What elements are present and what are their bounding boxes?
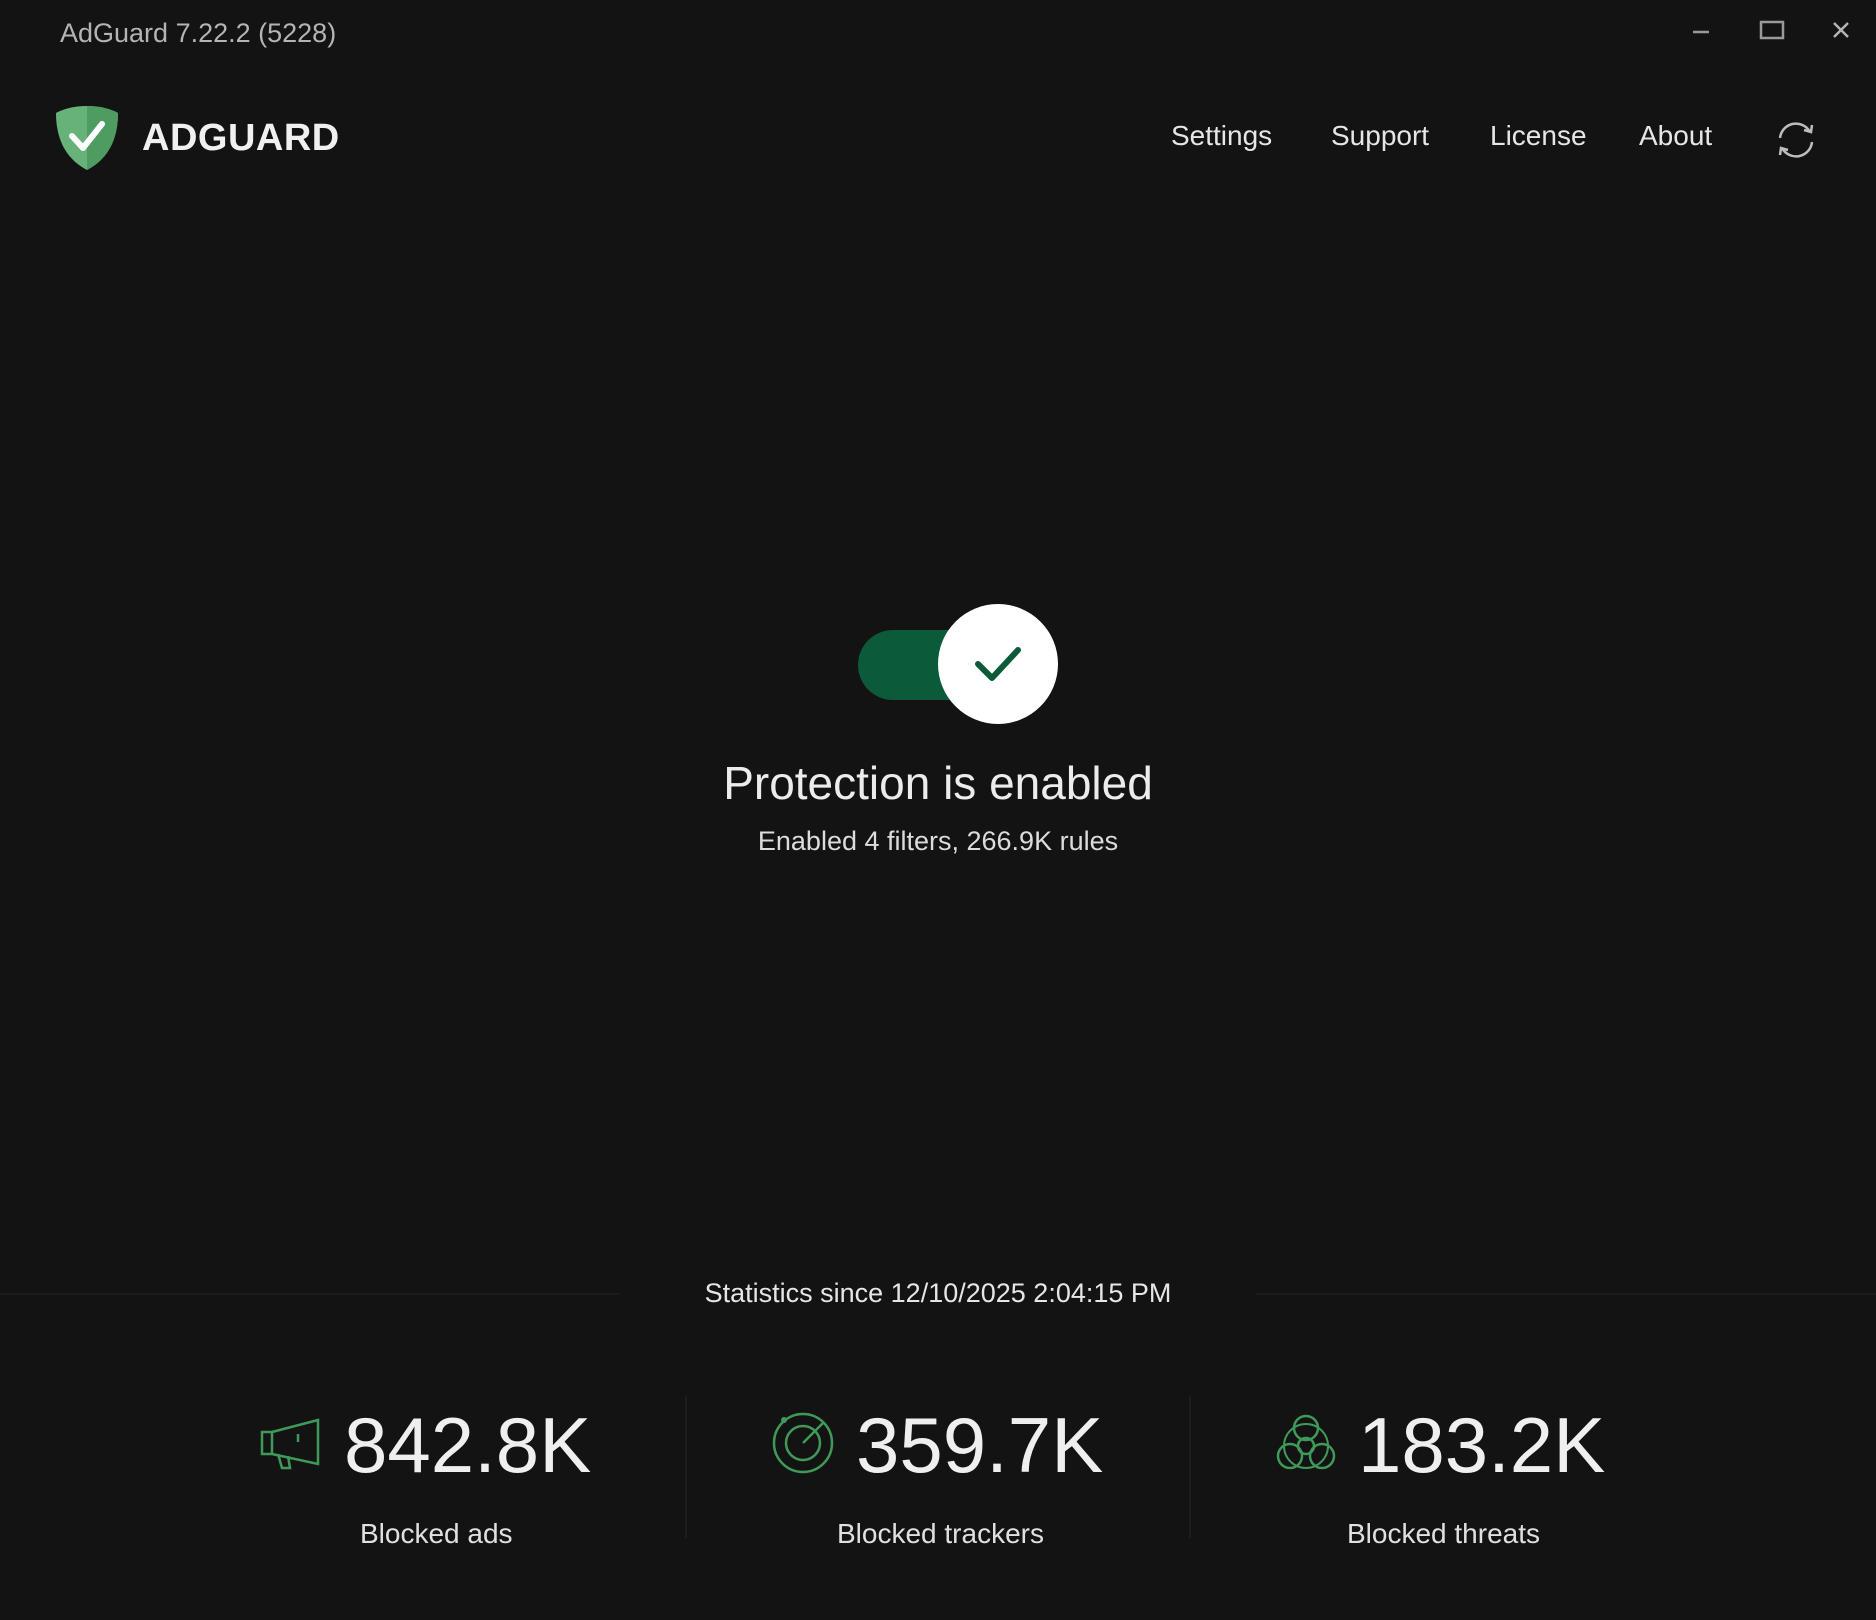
- stat-label-ads: Blocked ads: [360, 1518, 513, 1549]
- stat-divider: [1189, 1396, 1191, 1538]
- stat-divider: [685, 1396, 687, 1538]
- stat-value-threats: 183.2K: [1358, 1401, 1606, 1489]
- protection-status-title: Protection is enabled: [723, 757, 1153, 809]
- close-button[interactable]: [1806, 0, 1876, 60]
- brand-name: ADGUARD: [142, 116, 340, 159]
- header: ADGUARD Settings Support License About: [0, 90, 1876, 190]
- protection-status-subtitle: Enabled 4 filters, 266.9K rules: [757, 826, 1119, 856]
- biohazard-icon: [1276, 1414, 1336, 1470]
- maximize-button[interactable]: [1737, 0, 1807, 60]
- stat-label-threats: Blocked threats: [1347, 1518, 1540, 1549]
- close-icon: [1833, 22, 1849, 38]
- radar-icon: [772, 1412, 834, 1474]
- toggle-knob: [938, 604, 1058, 724]
- shield-logo-icon: [56, 106, 118, 170]
- title-bar: AdGuard 7.22.2 (5228): [0, 0, 1876, 70]
- checkmark-icon: [975, 647, 1021, 681]
- minimize-button[interactable]: [1666, 0, 1736, 60]
- nav-settings[interactable]: Settings: [1171, 120, 1272, 152]
- nav-license[interactable]: License: [1490, 120, 1587, 152]
- megaphone-icon: [260, 1418, 320, 1470]
- nav-about[interactable]: About: [1639, 120, 1712, 152]
- minimize-icon: [1693, 30, 1709, 34]
- stat-label-trackers: Blocked trackers: [837, 1518, 1044, 1549]
- statistics-since: Statistics since 12/10/2025 2:04:15 PM: [704, 1278, 1172, 1308]
- maximize-icon: [1759, 20, 1785, 40]
- protection-toggle[interactable]: [856, 604, 1060, 724]
- logo: ADGUARD: [54, 104, 340, 172]
- app-window: AdGuard 7.22.2 (5228) ADGUARD Settings S…: [0, 0, 1876, 1620]
- stat-value-ads: 842.8K: [344, 1401, 592, 1489]
- stat-value-trackers: 359.7K: [856, 1401, 1104, 1489]
- nav-support[interactable]: Support: [1331, 120, 1429, 152]
- refresh-button[interactable]: [1774, 118, 1818, 167]
- window-title: AdGuard 7.22.2 (5228): [60, 18, 337, 48]
- refresh-icon: [1778, 122, 1814, 158]
